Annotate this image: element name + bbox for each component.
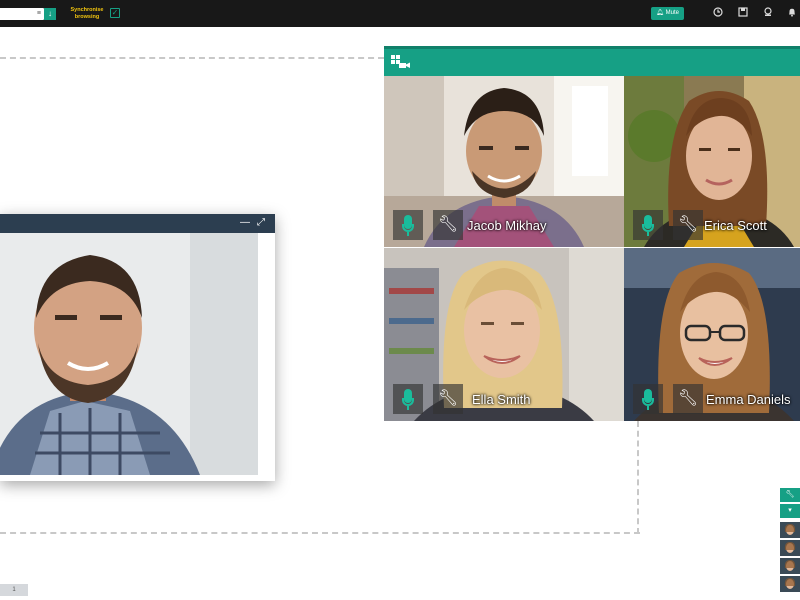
mute-button[interactable]: 🔔︎ Mute xyxy=(651,7,684,20)
recorder-icon[interactable] xyxy=(762,7,774,19)
participant-name: Emma Daniels xyxy=(706,392,791,407)
page-indicator[interactable]: 1 xyxy=(0,584,28,596)
video-conference-panel: 🔧︎ Jacob Mikhay 🔧︎ Erica Scott 🔧︎ Ella S… xyxy=(384,46,800,421)
participant-thumbnail[interactable] xyxy=(780,540,800,556)
bell-icon: 🔔︎ xyxy=(656,10,664,16)
wrench-icon: 🔧︎ xyxy=(677,390,699,407)
clock-icon[interactable] xyxy=(712,7,724,19)
mute-mic-button[interactable] xyxy=(633,384,663,414)
participant-thumbnail[interactable] xyxy=(780,522,800,538)
participant-settings-button[interactable]: 🔧︎ xyxy=(433,210,463,240)
mute-mic-button[interactable] xyxy=(633,210,663,240)
video-grid-icon[interactable] xyxy=(391,55,411,69)
participant-tile[interactable]: 🔧︎ Erica Scott xyxy=(624,76,800,247)
sync-browsing-label: Synchronise browsing xyxy=(70,7,104,20)
mini-collapse-button[interactable]: ▾ xyxy=(780,504,800,518)
participant-name: Ella Smith xyxy=(472,392,531,407)
participant-settings-button[interactable]: 🔧︎ xyxy=(673,210,703,240)
mini-settings-button[interactable]: 🔧︎ xyxy=(780,488,800,502)
expand-button[interactable]: ⤢ xyxy=(255,216,267,230)
hamburger-icon[interactable]: ≡ xyxy=(37,8,41,20)
self-video-feed xyxy=(0,233,258,475)
wrench-icon: 🔧︎ xyxy=(785,491,795,498)
floating-window-header[interactable]: — ⤢ xyxy=(0,214,275,233)
mute-label: Mute xyxy=(665,10,679,16)
arrow-down-icon: ↓ xyxy=(48,9,52,18)
minimize-button[interactable]: — xyxy=(239,216,251,230)
dashed-border-bottom xyxy=(0,532,640,534)
top-toolbar: ≡ ↓ Synchronise browsing ✓ 🔔︎ Mute xyxy=(0,0,800,27)
floating-video-window[interactable]: — ⤢ xyxy=(0,214,275,481)
caret-down-icon: ▾ xyxy=(788,507,792,514)
wrench-icon: 🔧︎ xyxy=(437,216,459,233)
go-button[interactable]: ↓ xyxy=(44,8,56,20)
participant-tile[interactable]: 🔧︎ Jacob Mikhay xyxy=(384,76,624,247)
panel-header[interactable] xyxy=(384,46,800,76)
sync-browsing-checkbox[interactable]: ✓ xyxy=(110,8,120,18)
mute-mic-button[interactable] xyxy=(393,210,423,240)
participant-tile[interactable]: 🔧︎ Emma Daniels xyxy=(624,248,800,421)
mute-mic-button[interactable] xyxy=(393,384,423,414)
wrench-icon: 🔧︎ xyxy=(437,390,459,407)
url-input[interactable]: ≡ xyxy=(0,8,44,20)
participant-name: Jacob Mikhay xyxy=(467,218,547,233)
participant-tile[interactable]: 🔧︎ Ella Smith xyxy=(384,248,624,421)
self-video xyxy=(0,233,258,475)
dashed-border-top xyxy=(0,57,384,59)
app-stage: ≡ ↓ Synchronise browsing ✓ 🔔︎ Mute 🔧︎ Ja… xyxy=(0,0,800,600)
participant-name: Erica Scott xyxy=(704,218,767,233)
save-icon[interactable] xyxy=(737,7,749,19)
dashed-border-right xyxy=(637,421,639,534)
participant-thumbnail[interactable] xyxy=(780,558,800,574)
participant-thumbnail[interactable] xyxy=(780,576,800,592)
participant-settings-button[interactable]: 🔧︎ xyxy=(673,384,703,414)
bell-icon[interactable] xyxy=(786,7,798,19)
participant-settings-button[interactable]: 🔧︎ xyxy=(433,384,463,414)
wrench-icon: 🔧︎ xyxy=(677,216,699,233)
